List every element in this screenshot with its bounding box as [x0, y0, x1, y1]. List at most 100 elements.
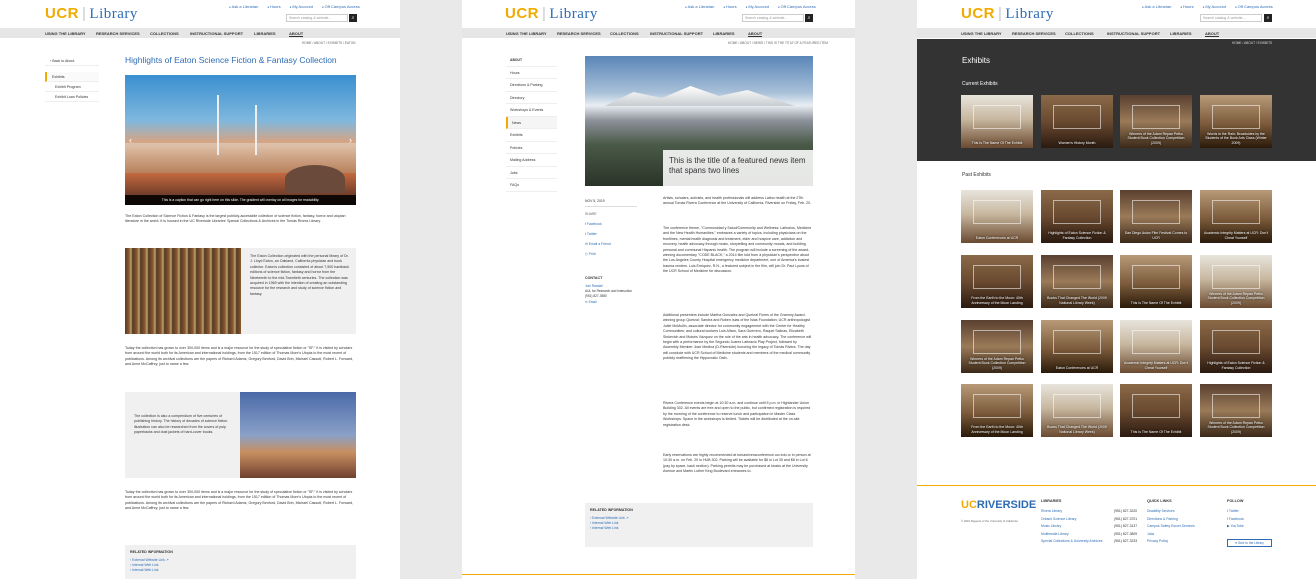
past-exhibit-card[interactable]: Academic Integrity Matters at UCR: Don't… — [1120, 320, 1192, 373]
ucr-library-logo[interactable]: UCR | Library — [505, 5, 598, 23]
contact-email-link[interactable]: ✉ Email — [585, 300, 632, 305]
share-email-link[interactable]: ✉ Email a Friend — [585, 239, 611, 249]
nav-about[interactable]: ABOUT — [1205, 31, 1220, 37]
sidenav-directory[interactable]: Directory — [506, 92, 557, 104]
footer-phones: (951) 827-3220 (951) 827-3701 (951) 827-… — [1114, 508, 1137, 546]
footer-link[interactable]: Orbach Science Library — [1041, 516, 1102, 524]
past-exhibit-card[interactable]: From the Earth to the Moon: 40th Anniver… — [961, 255, 1033, 308]
current-exhibit-card[interactable]: Women's History Month — [1041, 95, 1113, 148]
past-exhibit-card[interactable]: San Diego Asian Film Festival Comes to U… — [1120, 190, 1192, 243]
footer-facebook-link[interactable]: f Facebook — [1227, 516, 1244, 524]
give-button[interactable]: ♥ Give to the Library — [1227, 539, 1272, 547]
current-exhibit-card[interactable]: Words in the Rain: Broadsides by the Stu… — [1200, 95, 1272, 148]
my-account-link[interactable]: My Account — [290, 4, 313, 9]
nav-libraries[interactable]: LIBRARIES — [713, 31, 735, 36]
past-exhibit-card[interactable]: Books That Changed The World (2009 Natio… — [1041, 255, 1113, 308]
nav-collections[interactable]: COLLECTIONS — [610, 31, 639, 36]
nav-collections[interactable]: COLLECTIONS — [150, 31, 179, 36]
carousel-prev-icon[interactable]: ‹ — [129, 135, 132, 145]
sidenav-hours[interactable]: Hours — [506, 67, 557, 79]
share-print-link[interactable]: ⎙ Print — [585, 249, 611, 259]
sidenav-policies[interactable]: Policies — [506, 142, 557, 154]
uc-riverside-logo[interactable]: UCRIVERSIDE — [961, 499, 1036, 511]
nav-research-services[interactable]: RESEARCH SERVICES — [1012, 31, 1056, 36]
footer-link[interactable]: Jobs — [1147, 531, 1195, 539]
off-campus-link[interactable]: Off Campus Access — [1235, 4, 1273, 9]
nav-using-library[interactable]: USING THE LIBRARY — [961, 31, 1002, 36]
footer-twitter-link[interactable]: t Twitter — [1227, 508, 1244, 516]
past-exhibit-card[interactable]: From the Earth to the Moon: 40th Anniver… — [961, 384, 1033, 437]
share-facebook-link[interactable]: f Facebook — [585, 219, 611, 229]
back-to-about-link[interactable]: ‹ Back to About — [45, 56, 99, 66]
footer-link[interactable]: Special Collections & University Archive… — [1041, 538, 1102, 546]
sidenav-exhibits[interactable]: Exhibits — [45, 72, 99, 82]
footer-link[interactable]: Directions & Parking — [1147, 516, 1195, 524]
past-exhibit-card[interactable]: This Is The Name Of The Exhibit — [1120, 384, 1192, 437]
footer-link[interactable]: Campus Safety Escort Services — [1147, 523, 1195, 531]
current-exhibit-card[interactable]: Winners of the Adam Repan Petko Student … — [1120, 95, 1192, 148]
sidenav-exhibit-loan-policies[interactable]: Exhibit Loan Policies — [45, 92, 99, 102]
sidenav-exhibits[interactable]: Exhibits — [506, 129, 557, 142]
ask-librarian-link[interactable]: Ask a Librarian — [229, 4, 258, 9]
ucr-library-logo[interactable]: UCR | Library — [45, 5, 138, 23]
search-button[interactable]: ⌕ — [1264, 14, 1272, 22]
footer-link[interactable]: Multimedia Library — [1041, 531, 1102, 539]
off-campus-link[interactable]: Off Campus Access — [322, 4, 360, 9]
nav-libraries[interactable]: LIBRARIES — [254, 31, 276, 36]
nav-using-library[interactable]: USING THE LIBRARY — [506, 31, 547, 36]
hours-link[interactable]: Hours — [1180, 4, 1193, 9]
past-exhibit-card[interactable]: Eaton Conferences at UCR — [961, 190, 1033, 243]
carousel-next-icon[interactable]: › — [349, 135, 352, 145]
footer-link[interactable]: Rivera Library — [1041, 508, 1102, 516]
past-exhibit-card[interactable]: Books That Changed The World (2009 Natio… — [1041, 384, 1113, 437]
nav-instructional-support[interactable]: INSTRUCTIONAL SUPPORT — [190, 31, 243, 36]
nav-instructional-support[interactable]: INSTRUCTIONAL SUPPORT — [650, 31, 703, 36]
past-exhibit-card[interactable]: Winners of the Adam Repan Petko Student … — [1200, 384, 1272, 437]
current-exhibit-card[interactable]: This Is The Name Of The Exhibit — [961, 95, 1033, 148]
search-input[interactable]: Search catalog & website... — [742, 14, 804, 22]
sidenav-jobs[interactable]: Jobs — [506, 167, 557, 179]
my-account-link[interactable]: My Account — [1203, 4, 1226, 9]
share-twitter-link[interactable]: t Twitter — [585, 229, 611, 239]
sidenav-faqs[interactable]: FAQs — [506, 179, 557, 192]
footer-link[interactable]: Privacy Policy — [1147, 538, 1195, 546]
past-exhibit-card[interactable]: Academic Integrity Matters at UCR: Don't… — [1200, 190, 1272, 243]
sidenav-news[interactable]: News — [506, 116, 557, 129]
my-account-link[interactable]: My Account — [746, 4, 769, 9]
nav-about[interactable]: ABOUT — [289, 31, 304, 37]
nav-research-services[interactable]: RESEARCH SERVICES — [557, 31, 601, 36]
past-exhibit-card[interactable]: Winners of the Adam Repan Petko Student … — [961, 320, 1033, 373]
nav-about[interactable]: ABOUT — [748, 31, 763, 37]
search-button[interactable]: ⌕ — [349, 14, 357, 22]
footer-youtube-link[interactable]: ▶ YouTube — [1227, 523, 1244, 531]
nav-using-library[interactable]: USING THE LIBRARY — [45, 31, 86, 36]
sidenav-directions[interactable]: Directions & Parking — [506, 79, 557, 92]
utility-links: Ask a Librarian Hours My Account Off Campus… — [1133, 4, 1273, 9]
footer-link[interactable]: Music Library — [1041, 523, 1102, 531]
nav-collections[interactable]: COLLECTIONS — [1065, 31, 1094, 36]
nav-research-services[interactable]: RESEARCH SERVICES — [96, 31, 140, 36]
past-exhibit-card[interactable]: Highlights of Eaton Science Fiction & Fa… — [1200, 320, 1272, 373]
sidenav-workshops[interactable]: Workshops & Events — [506, 104, 557, 117]
past-exhibit-card[interactable]: Winners of the Adam Repan Petko Student … — [1200, 255, 1272, 308]
hours-link[interactable]: Hours — [723, 4, 736, 9]
ask-librarian-link[interactable]: Ask a Librarian — [685, 4, 714, 9]
internal-link[interactable]: › Internal Web Link — [130, 568, 351, 573]
past-exhibit-card[interactable]: Highlights of Eaton Science Fiction & Fa… — [1041, 190, 1113, 243]
past-exhibit-card[interactable]: This Is The Name Of The Exhibit — [1120, 255, 1192, 308]
hours-link[interactable]: Hours — [267, 4, 280, 9]
search-button[interactable]: ⌕ — [805, 14, 813, 22]
nav-instructional-support[interactable]: INSTRUCTIONAL SUPPORT — [1107, 31, 1160, 36]
sidenav-mailing-address[interactable]: Mailing Address — [506, 154, 557, 167]
ask-librarian-link[interactable]: Ask a Librarian — [1142, 4, 1171, 9]
off-campus-link[interactable]: Off Campus Access — [778, 4, 816, 9]
nav-libraries[interactable]: LIBRARIES — [1170, 31, 1192, 36]
search-input[interactable]: Search catalog & website... — [286, 14, 348, 22]
footer-link[interactable]: Disability Services — [1147, 508, 1195, 516]
internal-link[interactable]: › Internal Web Link — [590, 526, 808, 531]
past-exhibit-card[interactable]: Eaton Conferences at UCR — [1041, 320, 1113, 373]
ucr-library-logo[interactable]: UCR | Library — [961, 5, 1054, 23]
search-input[interactable]: Search catalog & website... — [1200, 14, 1262, 22]
exhibit-thumbnail — [1053, 105, 1101, 129]
sidenav-exhibit-program[interactable]: Exhibit Program — [45, 82, 99, 92]
